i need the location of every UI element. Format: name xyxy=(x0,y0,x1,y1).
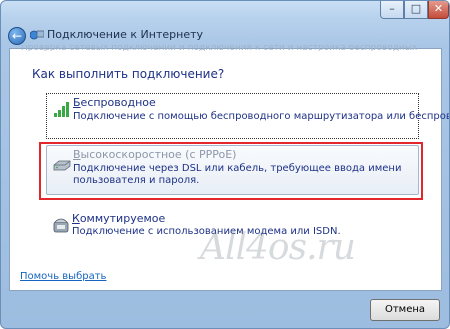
close-button[interactable]: ✕ xyxy=(428,1,449,19)
network-connection-icon xyxy=(30,30,44,40)
dialog-window: – □ ✕ ← Подключение к Интернету Как выпо… xyxy=(0,0,450,329)
content-panel: Как выполнить подключение? Беспроводное … xyxy=(9,48,449,291)
minimize-button[interactable]: – xyxy=(380,1,404,19)
option-wireless[interactable]: Беспроводное Подключение с помощью беспр… xyxy=(46,93,449,139)
window-title: Подключение к Интернету xyxy=(47,28,204,41)
wireless-signal-icon xyxy=(54,102,69,117)
option-title: Коммутируемое xyxy=(72,212,166,225)
title-bar: – □ ✕ ← Подключение к Интернету xyxy=(1,1,449,45)
selection-highlight-frame xyxy=(39,142,423,200)
dialup-phone-icon xyxy=(53,218,69,233)
background-window-text: Проверка сетевых подключений и подключен… xyxy=(21,45,418,51)
back-arrow-icon[interactable]: ← xyxy=(8,27,26,45)
help-choose-link[interactable]: Помочь выбрать xyxy=(20,271,106,282)
option-title: Беспроводное xyxy=(73,96,156,109)
cancel-button[interactable]: Отмена xyxy=(370,299,440,321)
page-heading: Как выполнить подключение? xyxy=(32,67,225,81)
watermark: All4os.ru xyxy=(200,227,356,268)
option-description: Подключение с помощью беспроводного марш… xyxy=(73,111,449,122)
maximize-button[interactable]: □ xyxy=(404,1,428,19)
